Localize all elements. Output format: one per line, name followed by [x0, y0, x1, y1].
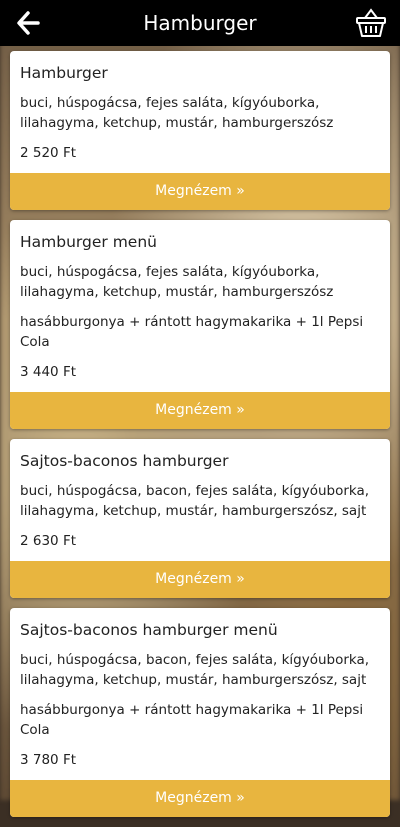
view-button[interactable]: Megnézem » — [10, 561, 390, 598]
product-name: Sajtos-baconos hamburger menü — [20, 621, 278, 639]
product-description: buci, húspogácsa, fejes saláta, kígyóubo… — [20, 95, 334, 131]
product-card: Hamburger menü buci, húspogácsa, fejes s… — [10, 220, 390, 429]
card-body: Sajtos-baconos hamburger menü buci, húsp… — [10, 608, 390, 780]
product-name: Hamburger menü — [20, 233, 157, 251]
basket-icon[interactable] — [354, 6, 388, 40]
product-name: Sajtos-baconos hamburger — [20, 452, 229, 470]
view-button[interactable]: Megnézem » — [10, 392, 390, 429]
page-title: Hamburger — [143, 11, 257, 35]
product-price: 2 520 Ft — [20, 145, 76, 161]
product-card: Hamburger buci, húspogácsa, fejes saláta… — [10, 51, 390, 210]
product-card: Sajtos-baconos hamburger menü buci, húsp… — [10, 608, 390, 817]
product-price: 3 440 Ft — [20, 364, 76, 380]
product-list: Hamburger buci, húspogácsa, fejes saláta… — [10, 51, 390, 827]
card-body: Hamburger buci, húspogácsa, fejes saláta… — [10, 51, 390, 173]
view-button[interactable]: Megnézem » — [10, 173, 390, 210]
product-price: 2 630 Ft — [20, 533, 76, 549]
view-button[interactable]: Megnézem » — [10, 780, 390, 817]
product-menu-extras: hasábburgonya + rántott hagymakarika + 1… — [20, 702, 364, 738]
product-name: Hamburger — [20, 64, 108, 82]
card-body: Sajtos-baconos hamburger buci, húspogács… — [10, 439, 390, 561]
product-menu-extras: hasábburgonya + rántott hagymakarika + 1… — [20, 314, 364, 350]
top-bar: Hamburger — [0, 0, 400, 46]
product-price: 3 780 Ft — [20, 752, 76, 768]
product-card: Sajtos-baconos hamburger buci, húspogács… — [10, 439, 390, 598]
card-body: Hamburger menü buci, húspogácsa, fejes s… — [10, 220, 390, 392]
product-description: buci, húspogácsa, bacon, fejes saláta, k… — [20, 483, 370, 519]
product-description: buci, húspogácsa, bacon, fejes saláta, k… — [20, 652, 370, 688]
product-description: buci, húspogácsa, fejes saláta, kígyóubo… — [20, 264, 334, 300]
